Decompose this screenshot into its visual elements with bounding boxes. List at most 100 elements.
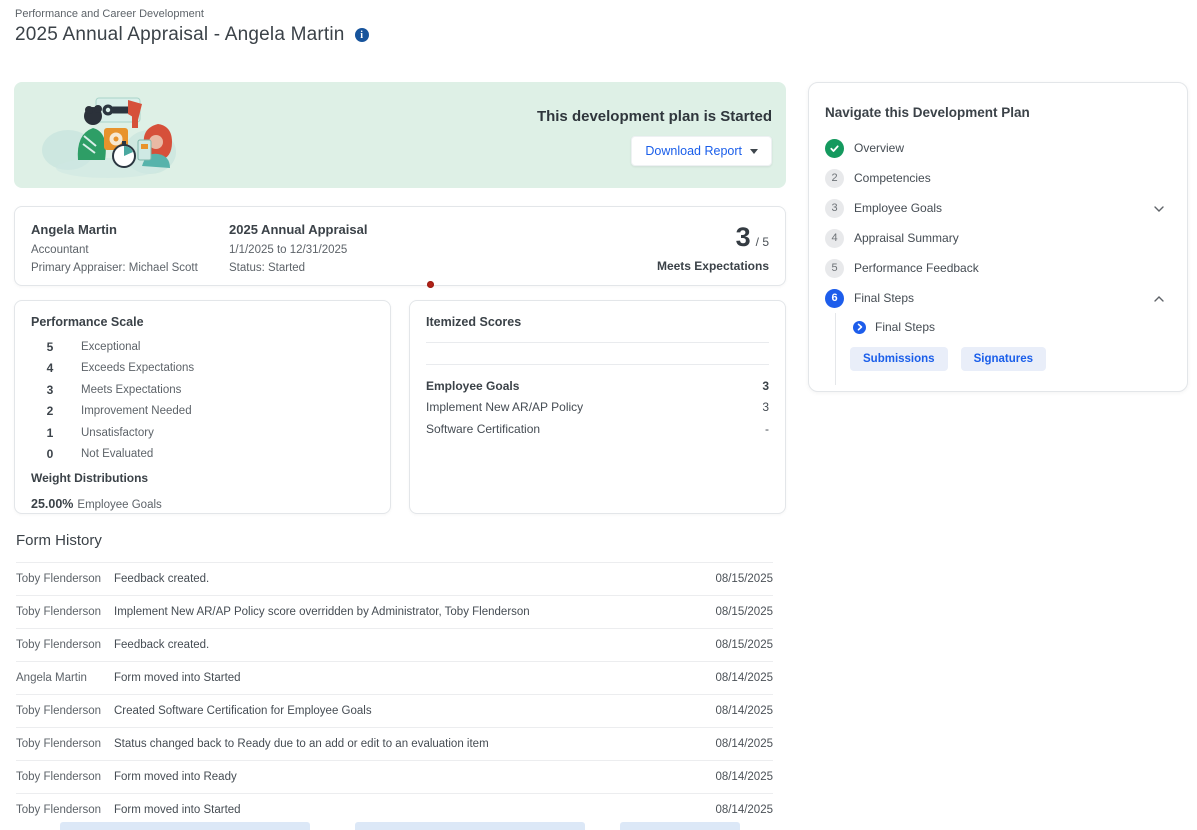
- breadcrumb[interactable]: Performance and Career Development: [15, 8, 369, 20]
- cutoff-highlight: [355, 822, 585, 830]
- form-info: 2025 Annual Appraisal 1/1/2025 to 12/31/…: [229, 222, 619, 270]
- history-date: 08/14/2025: [711, 771, 773, 783]
- nav-item-label: Employee Goals: [854, 201, 942, 215]
- scale-score: 3: [31, 383, 69, 397]
- page-header: Performance and Career Development 2025 …: [15, 8, 369, 46]
- status-banner: This development plan is Started Downloa…: [14, 82, 786, 188]
- weight-row: 25.00%Employee Goals: [31, 497, 374, 511]
- step-number-badge: 2: [825, 169, 844, 188]
- nav-item-label: Final Steps: [854, 291, 914, 305]
- nav-item-label: Performance Feedback: [854, 261, 979, 275]
- item-label: Implement New AR/AP Policy: [426, 400, 583, 414]
- check-circle-icon: [825, 139, 844, 158]
- download-report-button[interactable]: Download Report: [631, 136, 772, 166]
- form-period: 1/1/2025 to 12/31/2025: [229, 244, 619, 256]
- score-outof: / 5: [756, 235, 769, 249]
- scale-label: Exceeds Expectations: [81, 362, 194, 374]
- signatures-button[interactable]: Signatures: [961, 347, 1046, 371]
- history-user: Angela Martin: [16, 672, 114, 684]
- employee-info: Angela Martin Accountant Primary Apprais…: [31, 222, 229, 270]
- itemized-score-row: Software Certification -: [426, 418, 769, 440]
- nav-title: Navigate this Development Plan: [825, 105, 1171, 120]
- performance-scale-list: 5Exceptional 4Exceeds Expectations 3Meet…: [31, 336, 374, 465]
- weight-label: Employee Goals: [77, 499, 161, 511]
- table-row: Toby Flenderson Feedback created. 08/15/…: [16, 562, 773, 595]
- scale-label: Meets Expectations: [81, 384, 181, 396]
- table-row: Toby Flenderson Status changed back to R…: [16, 727, 773, 760]
- item-score: 3: [762, 379, 769, 393]
- chevron-up-icon[interactable]: [1153, 292, 1165, 310]
- itemized-score-row: Implement New AR/AP Policy 3: [426, 397, 769, 419]
- table-row: Toby Flenderson Implement New AR/AP Poli…: [16, 595, 773, 628]
- table-row: Toby Flenderson Form moved into Ready 08…: [16, 760, 773, 793]
- cutoff-highlight: [620, 822, 740, 830]
- history-date: 08/15/2025: [711, 606, 773, 618]
- final-steps-subsection: Final Steps Submissions Signatures: [835, 313, 1171, 385]
- step-number-badge: 3: [825, 199, 844, 218]
- history-date: 08/14/2025: [711, 672, 773, 684]
- main-column: This development plan is Started Downloa…: [14, 82, 786, 514]
- step-number-badge: 5: [825, 259, 844, 278]
- history-user: Toby Flenderson: [16, 639, 114, 651]
- nav-item-label: Overview: [854, 141, 904, 155]
- nav-item-final-steps[interactable]: 6 Final Steps: [825, 283, 1171, 313]
- scale-level-row: 0Not Evaluated: [31, 444, 374, 466]
- page-title: 2025 Annual Appraisal - Angela Martin: [15, 24, 345, 46]
- history-action: Form moved into Started: [114, 804, 711, 816]
- nav-item-competencies[interactable]: 2 Competencies: [825, 163, 1171, 193]
- cutoff-highlight: [60, 822, 310, 830]
- history-user: Toby Flenderson: [16, 573, 114, 585]
- history-date: 08/14/2025: [711, 804, 773, 816]
- form-history-title: Form History: [16, 532, 773, 549]
- scale-level-row: 3 Meets Expectations: [31, 379, 374, 401]
- history-action: Feedback created.: [114, 639, 711, 651]
- nav-item-appraisal-summary[interactable]: 4 Appraisal Summary: [825, 223, 1171, 253]
- table-row: Toby Flenderson Feedback created. 08/15/…: [16, 628, 773, 661]
- itemized-scores-card: Itemized Scores Employee Goals 3 Impleme…: [409, 300, 786, 514]
- scale-score: 0: [31, 447, 69, 461]
- nav-item-employee-goals[interactable]: 3 Employee Goals: [825, 193, 1171, 223]
- score-label: Meets Expectations: [619, 259, 769, 273]
- nav-subitem-final-steps[interactable]: Final Steps: [853, 313, 1171, 341]
- plan-status-text: This development plan is Started: [537, 108, 772, 125]
- history-date: 08/14/2025: [711, 705, 773, 717]
- nav-item-label: Competencies: [854, 171, 931, 185]
- history-date: 08/15/2025: [711, 573, 773, 585]
- chevron-right-circle-icon: [853, 321, 866, 334]
- history-user: Toby Flenderson: [16, 771, 114, 783]
- scale-label: Improvement Needed: [81, 405, 192, 417]
- scale-level-row: 1Unsatisfactory: [31, 422, 374, 444]
- form-name: 2025 Annual Appraisal: [229, 222, 619, 237]
- item-score: -: [765, 422, 769, 436]
- employee-name: Angela Martin: [31, 222, 229, 237]
- primary-appraiser: Primary Appraiser: Michael Scott: [31, 262, 229, 274]
- history-action: Created Software Certification for Emplo…: [114, 705, 711, 717]
- chevron-down-icon[interactable]: [1153, 202, 1165, 220]
- table-row: Toby Flenderson Created Software Certifi…: [16, 694, 773, 727]
- history-user: Toby Flenderson: [16, 738, 114, 750]
- scale-score: 1: [31, 426, 69, 440]
- scale-label: Exceptional: [81, 341, 140, 353]
- history-action: Feedback created.: [114, 573, 711, 585]
- scale-level-row: 4Exceeds Expectations: [31, 358, 374, 380]
- teamwork-illustration-icon: [38, 90, 180, 182]
- step-number-badge: 4: [825, 229, 844, 248]
- submissions-button[interactable]: Submissions: [850, 347, 948, 371]
- history-date: 08/15/2025: [711, 639, 773, 651]
- scale-level-row: 2Improvement Needed: [31, 401, 374, 423]
- nav-item-overview[interactable]: Overview: [825, 133, 1171, 163]
- form-history-table: Toby Flenderson Feedback created. 08/15/…: [16, 562, 773, 826]
- history-date: 08/14/2025: [711, 738, 773, 750]
- employee-job-title: Accountant: [31, 244, 229, 256]
- performance-scale-title: Performance Scale: [31, 315, 374, 329]
- caret-down-icon: [750, 149, 758, 154]
- divider: [426, 342, 769, 343]
- itemized-scores-title: Itemized Scores: [426, 315, 769, 329]
- history-action: Form moved into Started: [114, 672, 711, 684]
- history-user: Toby Flenderson: [16, 804, 114, 816]
- info-icon[interactable]: i: [355, 28, 369, 42]
- nav-item-performance-feedback[interactable]: 5 Performance Feedback: [825, 253, 1171, 283]
- nav-item-label: Appraisal Summary: [854, 231, 959, 245]
- history-user: Toby Flenderson: [16, 705, 114, 717]
- itemized-score-row: Employee Goals 3: [426, 375, 769, 397]
